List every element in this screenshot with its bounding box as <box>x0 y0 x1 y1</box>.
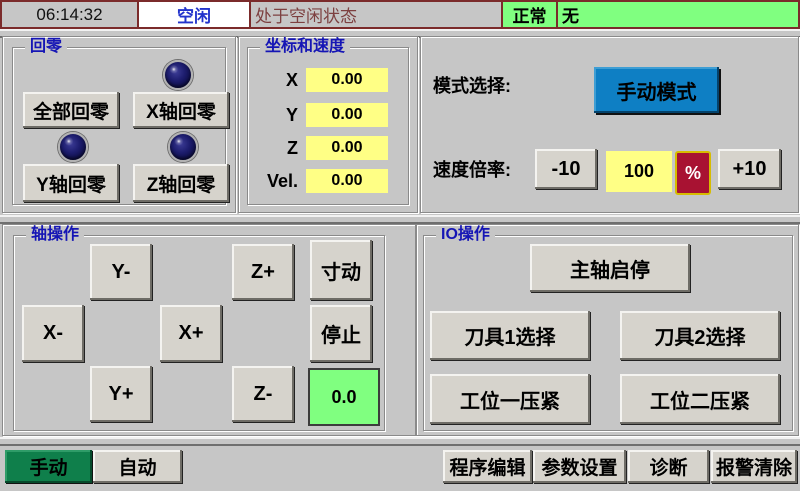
tab-auto[interactable]: 自动 <box>93 450 182 483</box>
mode-button[interactable]: 手动模式 <box>594 67 719 113</box>
stop-button[interactable]: 停止 <box>310 305 372 362</box>
velocity-label: Vel. <box>248 169 298 193</box>
homing-title: 回零 <box>25 38 67 56</box>
tool2-select-button[interactable]: 刀具2选择 <box>620 311 780 360</box>
coord-x-label: X <box>248 68 298 92</box>
spindle-toggle-button[interactable]: 主轴启停 <box>530 244 690 292</box>
machine-state-badge: 空闲 <box>139 2 251 27</box>
mode-select-label: 模式选择: <box>433 73 511 99</box>
alarm-message: 无 <box>558 2 798 27</box>
jog-y-minus-button[interactable]: Y- <box>90 244 152 300</box>
state-message: 处于空闲状态 <box>251 2 503 27</box>
y-home-led-icon <box>58 132 88 162</box>
home-y-button[interactable]: Y轴回零 <box>23 164 119 202</box>
override-unit-badge: % <box>675 151 711 195</box>
program-edit-button[interactable]: 程序编辑 <box>443 450 532 483</box>
clock: 06:14:32 <box>2 2 139 27</box>
io-groupbox: IO操作 主轴启停 刀具1选择 刀具2选择 工位一压紧 工位二压紧 <box>423 235 793 431</box>
jog-x-minus-button[interactable]: X- <box>22 305 84 362</box>
jog-step-value: 0.0 <box>308 368 380 426</box>
coord-z-value: 0.00 <box>306 136 388 160</box>
coords-groupbox: 坐标和速度 X 0.00 Y 0.00 Z 0.00 Vel. 0.00 <box>247 47 409 205</box>
tool1-select-button[interactable]: 刀具1选择 <box>430 311 590 360</box>
x-home-led-icon <box>163 60 193 90</box>
coord-y-value: 0.00 <box>306 103 388 127</box>
speed-override-label: 速度倍率: <box>433 157 511 183</box>
axis-panel: 轴操作 Y- Z+ 寸动 X- X+ 停止 Y+ Z- 0.0 <box>2 224 416 436</box>
hmi-screen: 06:14:32 空闲 处于空闲状态 正常 无 回零 全部回零 X轴回零 Y轴回… <box>0 0 800 491</box>
io-title: IO操作 <box>436 226 495 244</box>
diagnosis-button[interactable]: 诊断 <box>628 450 709 483</box>
separator-middle <box>0 215 800 224</box>
axis-title: 轴操作 <box>26 226 84 244</box>
station2-clamp-button[interactable]: 工位二压紧 <box>620 374 780 424</box>
tab-manual[interactable]: 手动 <box>5 450 92 483</box>
override-value: 100 <box>606 151 672 192</box>
override-increase-button[interactable]: +10 <box>718 149 781 189</box>
homing-groupbox: 回零 全部回零 X轴回零 Y轴回零 Z轴回零 <box>12 47 226 205</box>
override-decrease-button[interactable]: -10 <box>535 149 597 189</box>
separator-bottom <box>0 437 800 446</box>
coord-z-label: Z <box>248 136 298 160</box>
station1-clamp-button[interactable]: 工位一压紧 <box>430 374 590 424</box>
io-panel: IO操作 主轴启停 刀具1选择 刀具2选择 工位一压紧 工位二压紧 <box>416 224 799 436</box>
home-all-button[interactable]: 全部回零 <box>23 92 119 128</box>
jog-mode-button[interactable]: 寸动 <box>310 240 372 300</box>
alarm-state-badge: 正常 <box>503 2 558 27</box>
param-settings-button[interactable]: 参数设置 <box>533 450 626 483</box>
alarm-clear-button[interactable]: 报警清除 <box>711 450 797 483</box>
coord-y-label: Y <box>248 103 298 127</box>
axis-groupbox: 轴操作 Y- Z+ 寸动 X- X+ 停止 Y+ Z- 0.0 <box>13 235 385 431</box>
z-home-led-icon <box>168 132 198 162</box>
coord-x-value: 0.00 <box>306 68 388 92</box>
home-x-button[interactable]: X轴回零 <box>133 92 229 128</box>
velocity-value: 0.00 <box>306 169 388 193</box>
homing-panel: 回零 全部回零 X轴回零 Y轴回零 Z轴回零 <box>2 36 236 213</box>
jog-z-minus-button[interactable]: Z- <box>232 366 294 422</box>
home-z-button[interactable]: Z轴回零 <box>133 164 229 202</box>
coords-title: 坐标和速度 <box>260 38 350 56</box>
coords-panel: 坐标和速度 X 0.00 Y 0.00 Z 0.00 Vel. 0.00 <box>238 36 418 213</box>
jog-x-plus-button[interactable]: X+ <box>160 305 222 362</box>
jog-z-plus-button[interactable]: Z+ <box>232 244 294 300</box>
status-bar: 06:14:32 空闲 处于空闲状态 正常 无 <box>0 0 800 29</box>
mode-panel: 模式选择: 手动模式 速度倍率: -10 100 % +10 <box>420 36 799 213</box>
jog-y-plus-button[interactable]: Y+ <box>90 366 152 422</box>
